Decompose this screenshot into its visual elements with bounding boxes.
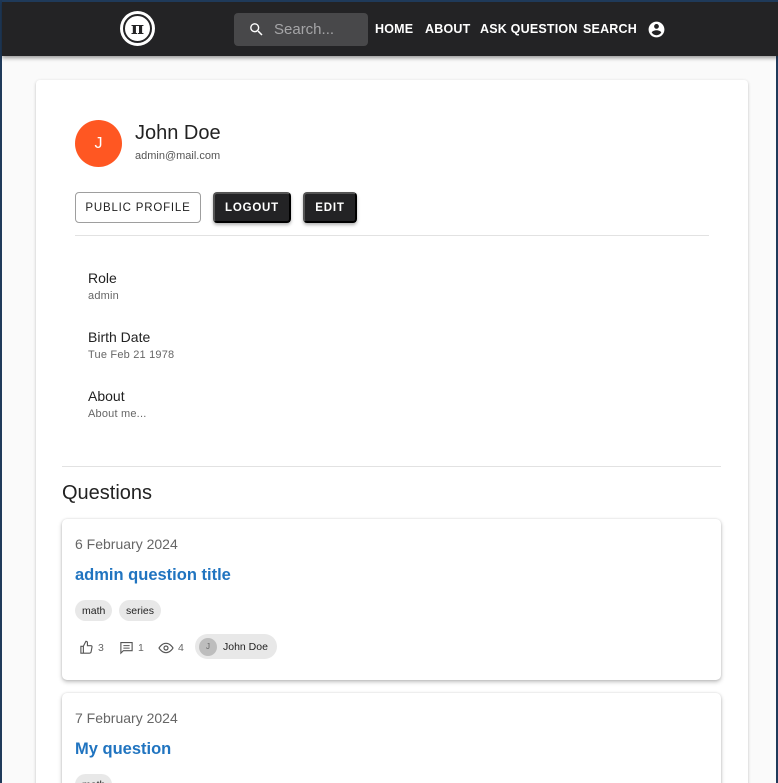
tag-chip[interactable]: series — [119, 600, 162, 621]
nav-search-link[interactable]: SEARCH — [583, 22, 637, 36]
tag-chip[interactable]: math — [75, 600, 113, 621]
role-label: Role — [88, 270, 117, 286]
pi-logo-icon[interactable]: π — [120, 11, 155, 46]
top-app-bar: π HOME ABOUT ASK QUESTION SEARCH — [2, 0, 778, 56]
views-count: 4 — [178, 642, 184, 654]
user-name: John Doe — [135, 122, 221, 144]
edit-button[interactable]: EDIT — [303, 192, 357, 223]
nav-about-link[interactable]: ABOUT — [425, 22, 470, 36]
about-label: About — [88, 388, 125, 404]
thumb-up-icon — [80, 640, 93, 654]
author-chip[interactable]: J John Doe — [195, 634, 277, 659]
views-stat: 4 — [158, 640, 184, 656]
birth-date-label: Birth Date — [88, 329, 151, 345]
user-email: admin@mail.com — [135, 150, 221, 162]
public-profile-button[interactable]: PUBLIC PROFILE — [75, 192, 201, 223]
nav-home-link[interactable]: HOME — [375, 22, 413, 36]
role-value: admin — [88, 290, 119, 302]
avatar: J — [75, 120, 122, 167]
comments-count: 1 — [138, 641, 144, 654]
search-box[interactable] — [234, 13, 368, 46]
questions-heading: Questions — [62, 482, 153, 504]
nav-ask-question-link[interactable]: ASK QUESTION — [480, 22, 578, 36]
author-name: John Doe — [223, 640, 268, 653]
author-avatar: J — [199, 637, 217, 656]
comments-stat[interactable]: 1 — [119, 640, 144, 655]
account-circle-icon[interactable] — [647, 20, 666, 39]
about-value: About me... — [88, 408, 147, 420]
question-title-link[interactable]: admin question title — [75, 566, 231, 585]
section-divider — [62, 466, 721, 467]
question-card[interactable]: 6 February 2024 admin question title mat… — [62, 519, 721, 680]
question-date: 6 February 2024 — [75, 536, 178, 552]
tag-chip[interactable]: math — [75, 774, 113, 783]
question-title-link[interactable]: My question — [75, 740, 171, 759]
birth-date-value: Tue Feb 21 1978 — [88, 349, 175, 361]
comment-icon — [120, 641, 133, 655]
likes-stat[interactable]: 3 — [79, 640, 104, 655]
likes-count: 3 — [98, 641, 104, 654]
question-card[interactable]: 7 February 2024 My question math — [62, 693, 721, 783]
profile-divider — [75, 235, 709, 236]
pi-symbol: π — [123, 14, 152, 43]
logout-button[interactable]: LOGOUT — [213, 192, 291, 223]
search-icon — [250, 23, 263, 36]
search-input[interactable] — [274, 21, 364, 38]
question-date: 7 February 2024 — [75, 710, 178, 726]
eye-icon — [158, 642, 174, 654]
